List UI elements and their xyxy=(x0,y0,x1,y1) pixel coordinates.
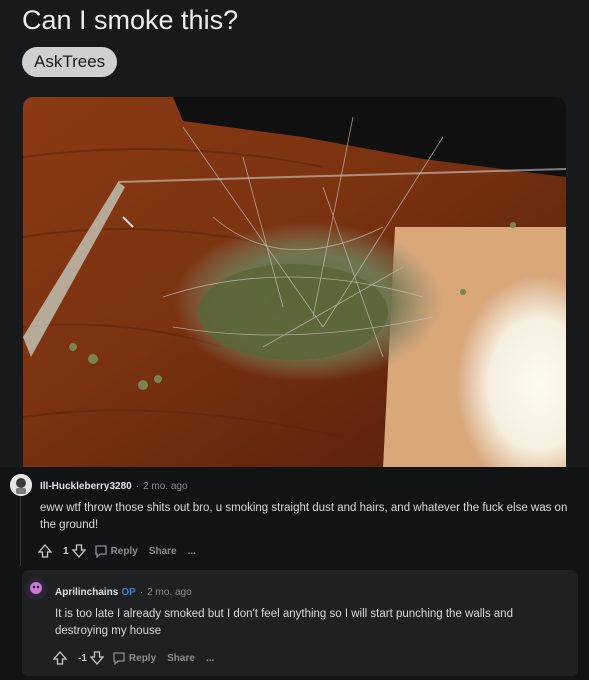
vote-score: 1 xyxy=(63,545,69,557)
downvote-icon xyxy=(89,651,104,665)
reply-icon xyxy=(94,545,107,558)
more-icon: ... xyxy=(187,545,196,557)
more-button[interactable]: ... xyxy=(203,653,214,664)
upvote-button[interactable] xyxy=(53,651,67,665)
share-button[interactable]: Share xyxy=(146,546,177,557)
comment-age: 2 mo. ago xyxy=(143,481,188,492)
avatar[interactable] xyxy=(25,578,47,600)
comment-meta: Aprilinchains OP · 2 mo. ago xyxy=(55,587,192,598)
comment-reply: Aprilinchains OP · 2 mo. ago It is too late… xyxy=(22,570,578,676)
more-button[interactable]: ... xyxy=(185,546,196,557)
post-image-graphic xyxy=(23,97,566,469)
vote-score: -1 xyxy=(78,652,87,664)
post-title: Can I smoke this? xyxy=(22,5,239,35)
comment-age: 2 mo. ago xyxy=(147,587,192,598)
comment-meta: Ill-Huckleberry3280 · 2 mo. ago xyxy=(40,481,188,492)
downvote-button[interactable] xyxy=(89,651,104,665)
downvote-button[interactable] xyxy=(71,544,86,558)
downvote-icon xyxy=(71,544,86,558)
comment-body: It is too late I already smoked but I do… xyxy=(55,608,513,637)
reply-label: Reply xyxy=(128,652,157,664)
subreddit-flair[interactable]: AskTrees xyxy=(22,47,118,77)
comment-username[interactable]: Aprilinchains xyxy=(55,587,118,598)
upvote-icon xyxy=(38,544,52,558)
avatar[interactable] xyxy=(10,474,32,496)
reply-button[interactable]: Reply xyxy=(112,651,156,665)
upvote-button[interactable] xyxy=(38,544,52,558)
share-label: Share xyxy=(148,545,177,557)
more-icon: ... xyxy=(205,652,215,664)
reply-button[interactable]: Reply xyxy=(94,544,138,558)
reply-label: Reply xyxy=(110,545,138,557)
comment-body: eww wtf throw those shits out bro, u smo… xyxy=(40,502,568,531)
op-badge: OP xyxy=(121,587,136,598)
upvote-icon xyxy=(53,651,67,665)
share-button[interactable]: Share xyxy=(164,653,195,664)
post-image[interactable] xyxy=(23,97,566,469)
comment-username[interactable]: Ill-Huckleberry3280 xyxy=(40,481,132,492)
avatar-icon xyxy=(10,474,32,496)
avatar-icon xyxy=(25,578,47,600)
comment: Ill-Huckleberry3280 · 2 mo. ago eww wtf th… xyxy=(8,470,580,570)
comment-actions: -1 Reply Share ... xyxy=(53,651,222,665)
share-label: Share xyxy=(167,652,195,664)
reply-icon xyxy=(113,652,125,665)
comment-actions: 1 Reply Share ... xyxy=(38,544,204,558)
